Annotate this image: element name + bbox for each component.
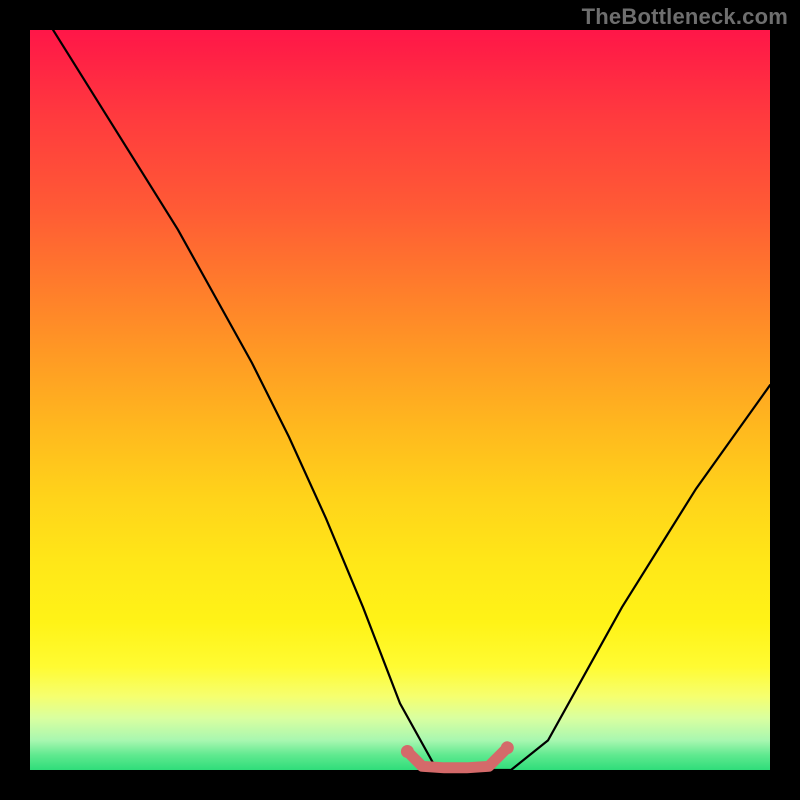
optimal-range-marker	[401, 741, 514, 768]
watermark-text: TheBottleneck.com	[582, 4, 788, 30]
chart-frame: TheBottleneck.com	[0, 0, 800, 800]
chart-svg	[30, 30, 770, 770]
plot-area	[30, 30, 770, 770]
bottleneck-curve	[30, 0, 770, 770]
